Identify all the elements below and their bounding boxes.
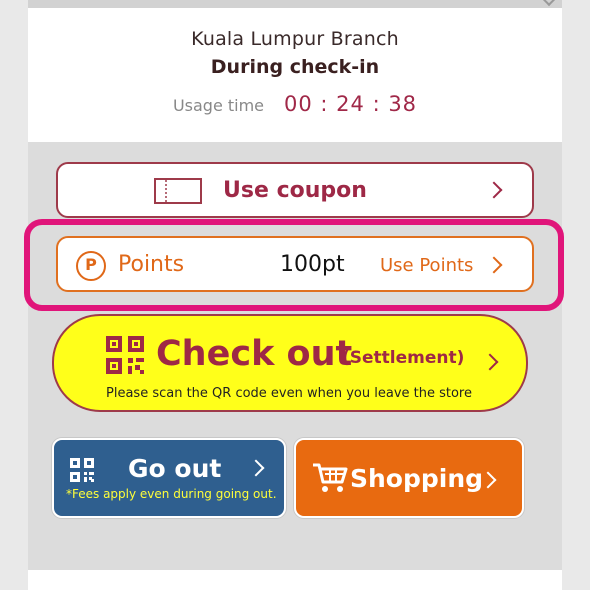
chevron-right-icon [481, 353, 499, 371]
points-icon: P [76, 251, 106, 281]
shopping-label: Shopping [350, 464, 484, 493]
qr-code-icon [106, 336, 144, 374]
chevron-right-icon [485, 256, 503, 274]
go-out-label: Go out [128, 454, 222, 483]
use-points-link[interactable]: Use Points [380, 255, 473, 276]
chevron-right-icon [247, 459, 265, 477]
use-coupon-label: Use coupon [223, 177, 367, 203]
points-balance: 100pt [280, 252, 345, 277]
checkout-label: Check out [156, 334, 353, 374]
points-label: Points [118, 252, 185, 277]
checkout-sub-label: (Settlement) [342, 348, 465, 368]
usage-time-row: Usage time 00 : 24 : 38 [28, 92, 562, 116]
bottom-panel [28, 570, 562, 590]
cart-icon [313, 463, 348, 492]
go-out-button[interactable]: Go out *Fees apply even during going out… [52, 438, 286, 518]
checkin-status: During check-in [210, 56, 380, 78]
points-row[interactable]: P Points 100pt Use Points [56, 236, 534, 292]
usage-time-label: Usage time [172, 96, 265, 115]
checkout-note: Please scan the QR code even when you le… [106, 386, 472, 401]
right-margin [562, 0, 590, 590]
store-status-panel: Kuala Lumpur Branch During check-in Usag… [28, 8, 562, 142]
shopping-button[interactable]: Shopping [294, 438, 524, 518]
use-coupon-button[interactable]: Use coupon [56, 162, 534, 218]
qr-code-icon [70, 458, 94, 482]
go-out-note: *Fees apply even during going out. [66, 487, 277, 501]
checkout-button[interactable]: Check out (Settlement) Please scan the Q… [52, 314, 528, 412]
top-strip [28, 0, 562, 8]
usage-time-value: 00 : 24 : 38 [284, 92, 418, 116]
branch-name: Kuala Lumpur Branch [191, 28, 399, 50]
chevron-down-icon[interactable] [541, 0, 557, 7]
app-screen: Kuala Lumpur Branch During check-in Usag… [24, 0, 564, 590]
points-icon-letter: P [85, 255, 97, 274]
